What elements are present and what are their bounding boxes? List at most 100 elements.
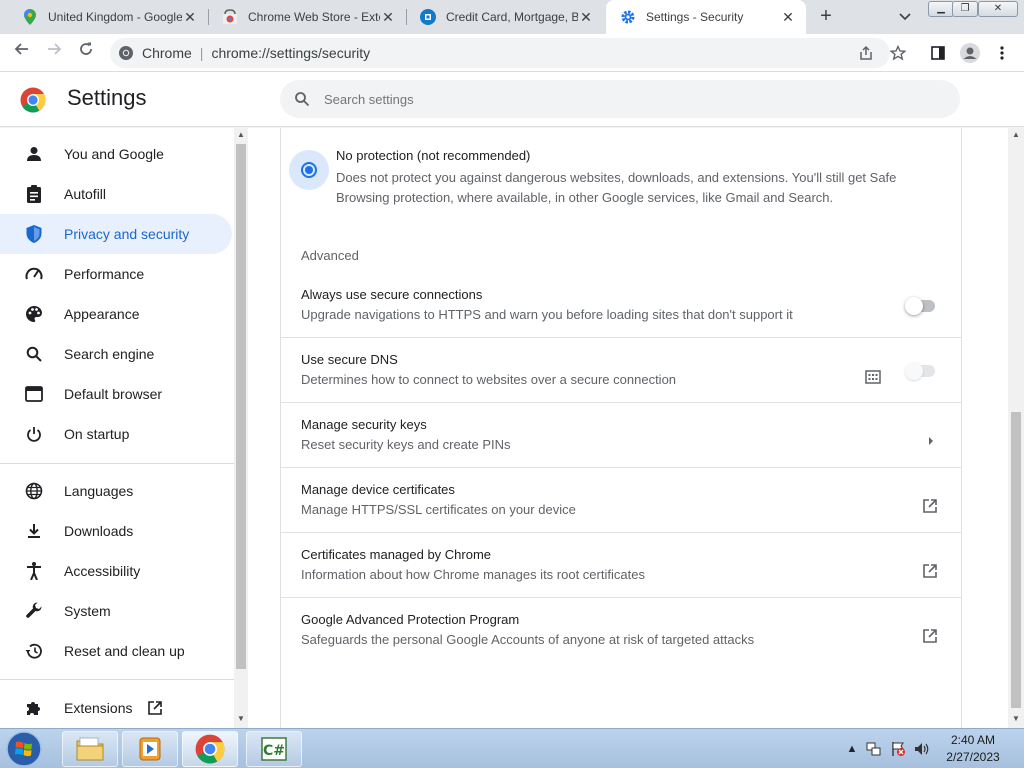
arrow-right-icon[interactable] bbox=[921, 431, 941, 451]
sidebar-item-label: Reset and clean up bbox=[64, 643, 185, 659]
close-icon[interactable]: ✕ bbox=[780, 9, 796, 25]
url-text[interactable]: chrome://settings/security bbox=[211, 45, 370, 61]
row-certificates-managed-by-chrome[interactable]: Certificates managed by Chrome Informati… bbox=[281, 533, 961, 598]
clock-date[interactable]: 2/27/2023 bbox=[938, 750, 1008, 764]
main-scrollbar[interactable]: ▲ ▼ bbox=[1008, 128, 1024, 728]
profile-avatar-icon[interactable] bbox=[958, 41, 982, 65]
omnibox-separator: | bbox=[199, 45, 204, 61]
sidebar-item-privacy-and-security[interactable]: Privacy and security bbox=[0, 214, 232, 254]
tab-title: Credit Card, Mortgage, B bbox=[446, 10, 578, 24]
restore-button[interactable]: ❐ bbox=[952, 1, 978, 17]
start-button[interactable] bbox=[4, 730, 44, 768]
scrollbar-thumb[interactable] bbox=[236, 144, 246, 669]
sidebar-item-label: System bbox=[64, 603, 111, 619]
close-icon[interactable]: ✕ bbox=[380, 9, 396, 25]
back-arrow-icon[interactable] bbox=[10, 41, 34, 65]
radio-button-selected[interactable] bbox=[289, 150, 329, 190]
search-input[interactable] bbox=[324, 91, 924, 107]
sidebar-item-label: Autofill bbox=[64, 186, 107, 202]
taskbar-chrome-icon[interactable] bbox=[182, 731, 238, 767]
tab-title: Settings - Security bbox=[646, 10, 744, 24]
more-menu-icon[interactable] bbox=[990, 41, 1014, 65]
sidebar-item-autofill[interactable]: Autofill bbox=[0, 174, 232, 214]
history-icon bbox=[24, 641, 44, 661]
shield-icon bbox=[24, 224, 44, 244]
window-close-button[interactable]: ✕ bbox=[978, 1, 1018, 17]
tab-search-chevron-icon[interactable] bbox=[894, 6, 916, 28]
sidebar-divider bbox=[0, 463, 234, 464]
tab-maps[interactable]: United Kingdom - Google ✕ bbox=[8, 0, 208, 34]
row-always-use-secure-connections[interactable]: Always use secure connections Upgrade na… bbox=[281, 273, 961, 338]
scroll-up-arrow-icon[interactable]: ▲ bbox=[1008, 128, 1024, 142]
settings-header: Settings bbox=[0, 73, 1024, 127]
sidebar-item-label: Languages bbox=[64, 483, 134, 499]
scroll-up-arrow-icon[interactable]: ▲ bbox=[234, 128, 248, 142]
row-google-advanced-protection-program[interactable]: Google Advanced Protection Program Safeg… bbox=[281, 598, 961, 663]
new-tab-button[interactable]: + bbox=[814, 5, 838, 29]
row-description: Upgrade navigations to HTTPS and warn yo… bbox=[301, 307, 793, 322]
scroll-down-arrow-icon[interactable]: ▼ bbox=[234, 712, 248, 726]
share-icon[interactable] bbox=[854, 41, 878, 65]
settings-search-box[interactable] bbox=[280, 80, 960, 118]
close-icon[interactable]: ✕ bbox=[182, 9, 198, 25]
accessibility-icon bbox=[24, 561, 44, 581]
tab-settings-security[interactable]: Settings - Security ✕ bbox=[606, 0, 806, 34]
side-panel-icon[interactable] bbox=[926, 41, 950, 65]
taskbar-media-player-icon[interactable] bbox=[122, 731, 178, 767]
volume-icon[interactable] bbox=[914, 741, 930, 757]
sidebar-item-system[interactable]: System bbox=[0, 591, 232, 631]
sidebar-item-languages[interactable]: Languages bbox=[0, 471, 232, 511]
row-description: Manage HTTPS/SSL certificates on your de… bbox=[301, 502, 576, 517]
action-center-flag-icon[interactable] bbox=[890, 741, 906, 757]
security-card: No protection (not recommended) Does not… bbox=[280, 128, 962, 728]
open-in-new-icon bbox=[146, 699, 164, 717]
option-description: Does not protect you against dangerous w… bbox=[336, 170, 897, 205]
close-icon[interactable]: ✕ bbox=[578, 9, 594, 25]
tab-bank[interactable]: Credit Card, Mortgage, B ✕ bbox=[406, 0, 604, 34]
row-manage-device-certificates[interactable]: Manage device certificates Manage HTTPS/… bbox=[281, 468, 961, 533]
forward-arrow-icon[interactable] bbox=[42, 41, 66, 65]
sidebar-item-label: Default browser bbox=[64, 386, 163, 402]
sidebar-item-default-browser[interactable]: Default browser bbox=[0, 374, 232, 414]
enterprise-building-icon[interactable] bbox=[863, 366, 883, 386]
network-icon[interactable] bbox=[866, 741, 882, 757]
taskbar-file-explorer-icon[interactable] bbox=[62, 731, 118, 767]
tab-strip: United Kingdom - Google ✕ Chrome Web Sto… bbox=[0, 0, 1024, 34]
scroll-down-arrow-icon[interactable]: ▼ bbox=[1008, 712, 1024, 726]
row-manage-security-keys[interactable]: Manage security keys Reset security keys… bbox=[281, 403, 961, 468]
sidebar-item-performance[interactable]: Performance bbox=[0, 254, 232, 294]
open-in-new-icon[interactable] bbox=[920, 626, 940, 646]
row-description: Determines how to connect to websites ov… bbox=[301, 372, 677, 387]
puzzle-icon bbox=[24, 698, 44, 718]
sidebar-item-appearance[interactable]: Appearance bbox=[0, 294, 232, 334]
tray-expand-arrow-icon[interactable]: ▲ bbox=[844, 741, 860, 757]
chrome-site-icon bbox=[118, 45, 134, 61]
minimize-button[interactable]: ▁ bbox=[928, 1, 954, 17]
tab-webstore[interactable]: Chrome Web Store - Exte ✕ bbox=[208, 0, 406, 34]
open-in-new-icon[interactable] bbox=[920, 561, 940, 581]
sidebar-item-reset-and-clean-up[interactable]: Reset and clean up bbox=[0, 631, 232, 671]
open-in-new-icon[interactable] bbox=[920, 496, 940, 516]
option-title: No protection (not recommended) bbox=[336, 148, 531, 163]
taskbar-csharp-app-icon[interactable]: C# bbox=[246, 731, 302, 767]
reload-icon[interactable] bbox=[74, 41, 98, 65]
settings-main: No protection (not recommended) Does not… bbox=[248, 128, 1008, 728]
row-description: Safeguards the personal Google Accounts … bbox=[301, 632, 755, 647]
secure-connections-toggle[interactable] bbox=[905, 297, 937, 315]
sidebar-item-accessibility[interactable]: Accessibility bbox=[0, 551, 232, 591]
sidebar-item-on-startup[interactable]: On startup bbox=[0, 414, 232, 454]
browser-toolbar: Chrome | chrome://settings/security bbox=[0, 34, 1024, 72]
bookmark-star-icon[interactable] bbox=[886, 41, 910, 65]
sidebar-item-search-engine[interactable]: Search engine bbox=[0, 334, 232, 374]
site-chip: Chrome bbox=[142, 45, 192, 61]
search-icon bbox=[292, 89, 312, 109]
webstore-icon bbox=[222, 9, 238, 25]
clock-time[interactable]: 2:40 AM bbox=[938, 733, 1008, 747]
sidebar-item-extensions[interactable]: Extensions bbox=[0, 688, 232, 728]
row-title: Use secure DNS bbox=[301, 352, 398, 367]
sidebar-scrollbar[interactable]: ▲ ▼ bbox=[234, 128, 248, 728]
address-bar[interactable]: Chrome | chrome://settings/security bbox=[110, 38, 890, 68]
sidebar-item-downloads[interactable]: Downloads bbox=[0, 511, 232, 551]
scrollbar-thumb[interactable] bbox=[1011, 412, 1021, 708]
sidebar-item-you-and-google[interactable]: You and Google bbox=[0, 134, 232, 174]
